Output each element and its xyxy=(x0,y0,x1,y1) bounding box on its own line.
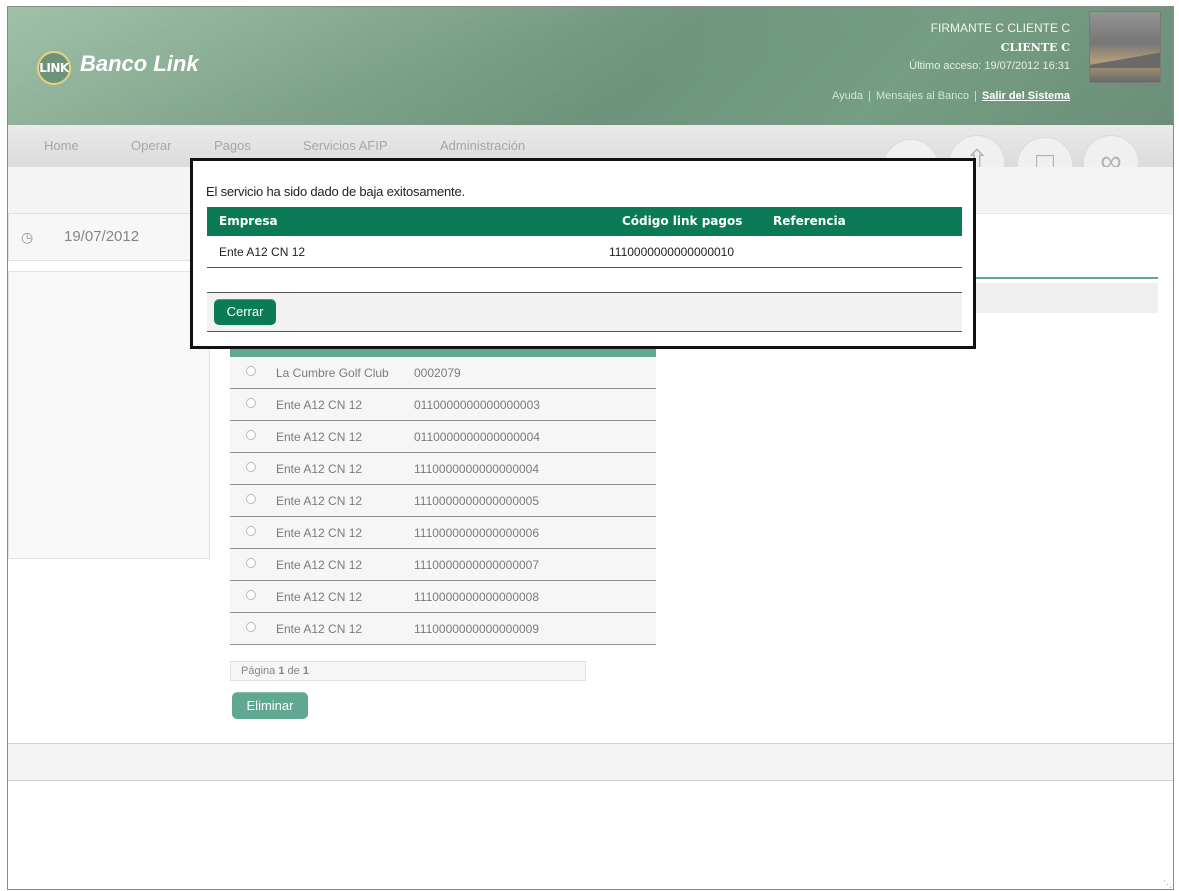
close-button[interactable]: Cerrar xyxy=(214,299,276,325)
table-row: Ente A12 CN 12 1110000000000000010 xyxy=(207,236,962,268)
dialog-message: El servicio ha sido dado de baja exitosa… xyxy=(206,184,465,199)
dialog-table-header: Empresa Código link pagos Referencia xyxy=(207,207,962,236)
row-code: 1110000000000000010 xyxy=(609,245,735,259)
dialog-table: Empresa Código link pagos Referencia Ent… xyxy=(207,207,962,268)
modal-overlay xyxy=(8,7,1173,889)
column-reference: Referencia xyxy=(773,214,846,228)
resize-grip-icon[interactable]: ⋱ xyxy=(1163,879,1172,889)
dialog-footer: Cerrar xyxy=(207,292,962,332)
column-company: Empresa xyxy=(219,214,278,228)
confirmation-dialog: El servicio ha sido dado de baja exitosa… xyxy=(190,158,976,349)
column-code: Código link pagos xyxy=(622,214,743,228)
browser-viewport: LINK Banco Link FIRMANTE C CLIENTE C CLI… xyxy=(7,6,1174,890)
row-company: Ente A12 CN 12 xyxy=(219,245,306,259)
